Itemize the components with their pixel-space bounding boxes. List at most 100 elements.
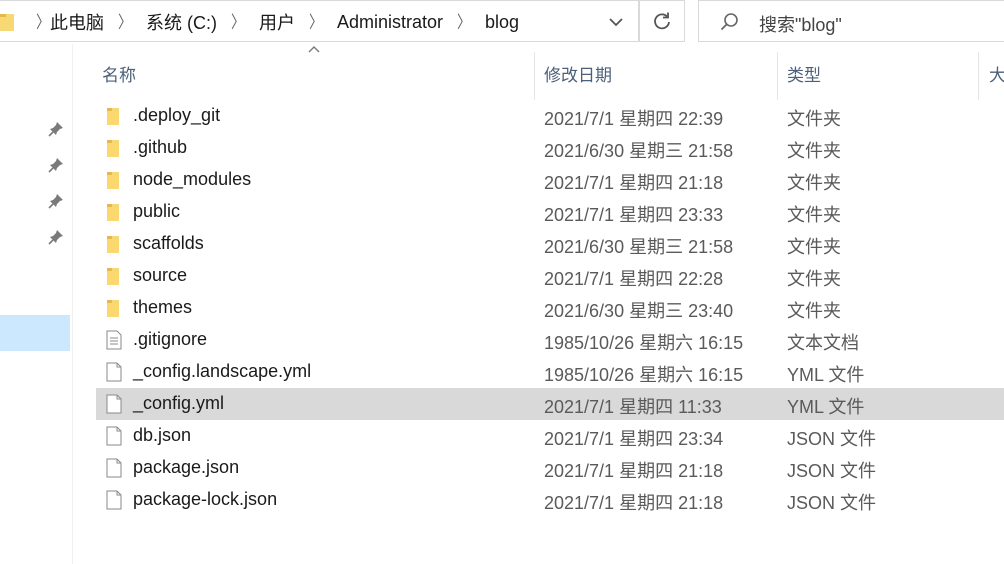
file-icon [104,394,124,414]
breadcrumb-users[interactable]: 用户 [259,9,295,35]
file-name: node_modules [133,169,252,189]
chevron-right-icon[interactable]: 〉 [457,10,471,34]
chevron-down-icon [609,18,623,27]
file-date: 2021/7/1 星期四 21:18 [544,461,724,481]
column-header: 名称 修改日期 类型 大 [72,44,1004,100]
file-name: .github [133,137,188,157]
folder-icon [104,202,124,222]
file-type: 文件夹 [787,237,841,257]
address-bar[interactable]: 〉 此电脑 〉 系统 (C:) 〉 用户 〉 Administrator 〉 b… [0,0,639,42]
folder-icon [104,234,124,254]
column-divider[interactable] [534,52,535,100]
column-size[interactable]: 大 [989,61,1004,86]
folder-icon [104,138,124,158]
file-date: 2021/7/1 星期四 22:39 [544,109,724,129]
file-date: 1985/10/26 星期六 16:15 [544,333,744,353]
file-name: _config.landscape.yml [133,361,312,381]
chevron-right-icon[interactable]: 〉 [118,10,132,34]
file-date: 2021/7/1 星期四 11:33 [544,397,722,417]
file-type: 文件夹 [787,109,841,129]
file-date: 2021/7/1 星期四 21:18 [544,173,724,193]
pin-icon[interactable] [48,229,64,245]
file-name: db.json [133,425,192,445]
search-box[interactable]: 搜索"blog" [698,0,1004,42]
folder-icon [104,298,124,318]
pin-icon[interactable] [48,157,64,173]
navigation-pane [0,44,73,564]
column-date-modified[interactable]: 修改日期 [544,61,612,86]
pin-icon[interactable] [48,193,64,209]
file-row[interactable]: source 2021/7/1 星期四 22:28 文件夹 [96,260,1004,292]
refresh-button[interactable] [639,0,685,42]
column-divider[interactable] [978,52,979,100]
chevron-right-icon[interactable]: 〉 [309,10,323,34]
file-name: public [133,201,181,221]
file-name: scaffolds [133,233,204,253]
file-name: .gitignore [133,329,208,349]
column-type[interactable]: 类型 [787,61,821,86]
breadcrumb-administrator[interactable]: Administrator [337,12,443,33]
column-name[interactable]: 名称 [102,61,136,86]
file-type: YML 文件 [787,397,865,417]
file-row[interactable]: public 2021/7/1 星期四 23:33 文件夹 [96,196,1004,228]
file-row[interactable]: package-lock.json 2021/7/1 星期四 21:18 JSON … [96,484,1004,516]
top-bar: 〉 此电脑 〉 系统 (C:) 〉 用户 〉 Administrator 〉 b… [0,0,1004,44]
file-type: JSON 文件 [787,461,877,481]
file-type: YML 文件 [787,365,865,385]
search-input[interactable]: 搜索"blog" [759,11,842,37]
file-icon [104,362,124,382]
file-date: 1985/10/26 星期六 16:15 [544,365,744,385]
file-date: 2021/6/30 星期三 23:40 [544,301,734,321]
file-date: 2021/7/1 星期四 22:28 [544,269,724,289]
file-type: 文件夹 [787,141,841,161]
breadcrumb-drive-c[interactable]: 系统 (C:) [146,9,217,35]
file-type: 文件夹 [787,205,841,225]
file-date: 2021/6/30 星期三 21:58 [544,141,734,161]
chevron-right-icon[interactable]: 〉 [231,10,245,34]
file-row[interactable]: db.json 2021/7/1 星期四 23:34 JSON 文件 [96,420,1004,452]
file-name: _config.yml [133,393,225,413]
file-name: package.json [133,457,240,477]
pin-icon[interactable] [48,121,64,137]
file-name: .deploy_git [133,105,221,125]
file-type: 文件夹 [787,173,841,193]
breadcrumb-blog[interactable]: blog [485,12,519,33]
file-type: JSON 文件 [787,493,877,513]
file-icon [104,426,124,446]
file-name: package-lock.json [133,489,278,509]
text-file-icon [104,330,124,350]
file-row-selected[interactable]: _config.yml 2021/7/1 星期四 11:33 YML 文件 [96,388,1004,420]
file-icon [104,458,124,478]
file-row[interactable]: themes 2021/6/30 星期三 23:40 文件夹 [96,292,1004,324]
search-icon [719,11,741,38]
address-history-button[interactable] [600,9,632,35]
file-row[interactable]: .github 2021/6/30 星期三 21:58 文件夹 [96,132,1004,164]
file-type: 文本文档 [787,333,859,353]
file-name: source [133,265,188,285]
breadcrumb: 〉 此电脑 〉 系统 (C:) 〉 用户 〉 Administrator 〉 b… [22,1,519,43]
file-row[interactable]: .deploy_git 2021/7/1 星期四 22:39 文件夹 [96,100,1004,132]
sort-ascending-icon [308,46,320,53]
nav-selected-item[interactable] [0,315,70,351]
file-name: themes [133,297,193,317]
folder-icon [104,266,124,286]
column-divider[interactable] [777,52,778,100]
file-date: 2021/7/1 星期四 23:34 [544,429,724,449]
file-icon [104,490,124,510]
file-row[interactable]: scaffolds 2021/6/30 星期三 21:58 文件夹 [96,228,1004,260]
folder-icon [104,170,124,190]
file-type: 文件夹 [787,269,841,289]
file-date: 2021/6/30 星期三 21:58 [544,237,734,257]
file-row[interactable]: package.json 2021/7/1 星期四 21:18 JSON 文件 [96,452,1004,484]
file-row[interactable]: _config.landscape.yml 1985/10/26 星期六 16:1… [96,356,1004,388]
breadcrumb-this-pc[interactable]: 此电脑 [50,9,104,35]
file-list: .deploy_git 2021/7/1 星期四 22:39 文件夹 .github… [96,100,1004,516]
file-date: 2021/7/1 星期四 23:33 [544,205,724,225]
folder-icon [104,106,124,126]
refresh-icon [654,12,670,30]
file-type: JSON 文件 [787,429,877,449]
file-date: 2021/7/1 星期四 21:18 [544,493,724,513]
file-row[interactable]: node_modules 2021/7/1 星期四 21:18 文件夹 [96,164,1004,196]
file-row[interactable]: .gitignore 1985/10/26 星期六 16:15 文本文档 [96,324,1004,356]
folder-icon [0,12,14,37]
